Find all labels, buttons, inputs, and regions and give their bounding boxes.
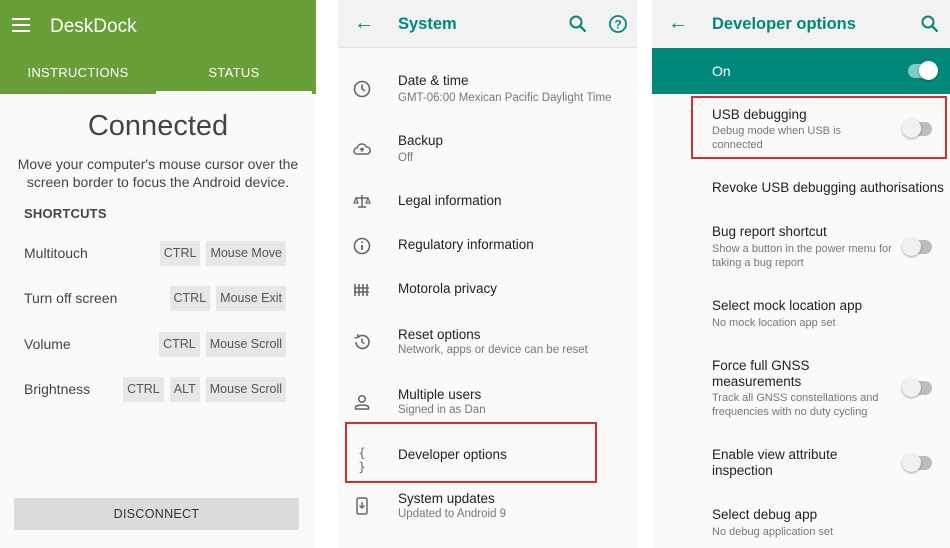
arrow-left-icon[interactable]: ← [354, 12, 374, 35]
master-toggle-label: On [712, 63, 731, 79]
clock-icon [353, 80, 371, 98]
settings-item-system-updates[interactable]: System updates Updated to Android 9 [338, 484, 637, 534]
shortcut-row-volume: Volume CTRL Mouse Scroll [24, 332, 286, 358]
setting-subtitle: Track all GNSS constellations and freque… [712, 392, 879, 418]
shortcut-row-brightness: Brightness CTRL ALT Mouse Scroll [24, 377, 286, 403]
key-chip: CTRL [159, 241, 201, 266]
settings-item-motorola-privacy[interactable]: Motorola privacy [338, 270, 637, 310]
shortcuts-section-title: SHORTCUTS [24, 206, 107, 221]
setting-title: Enable view attribute inspection [712, 447, 838, 478]
settings-item-title: Multiple users [398, 387, 482, 402]
search-icon[interactable] [568, 14, 588, 34]
settings-item-title: Backup [398, 133, 444, 148]
shortcut-keys: CTRL ALT Mouse Scroll [123, 377, 286, 402]
highlight-box [691, 96, 947, 159]
shortcut-keys: CTRL Mouse Scroll [159, 332, 286, 357]
setting-bug-report-shortcut[interactable]: Bug report shortcut Show a button in the… [652, 218, 950, 274]
setting-title: Select mock location app [712, 298, 863, 313]
settings-item-reset-options[interactable]: Reset options Network, apps or device ca… [338, 316, 637, 366]
svg-text:?: ? [614, 18, 621, 32]
connection-status-heading: Connected [87, 110, 229, 142]
person-icon [354, 394, 370, 410]
deskdock-screen: DeskDock INSTRUCTIONS STATUS Connected M… [0, 0, 316, 548]
setting-title: Bug report shortcut [712, 224, 827, 239]
settings-item-title: Reset options [398, 327, 481, 342]
setting-select-mock-location-app[interactable]: Select mock location app No mock locatio… [652, 292, 950, 334]
setting-subtitle: No debug application set [712, 526, 834, 538]
settings-item-subtitle: Updated to Android 9 [398, 508, 507, 520]
connection-description: Move your computer's mouse cursor over t… [17, 156, 299, 190]
history-icon [354, 333, 370, 350]
system-settings-screen: ← System ? Date & time GMT-06:00 Mexican… [338, 0, 637, 548]
cloud-upload-icon [353, 143, 371, 155]
key-chip: Mouse Move [206, 241, 286, 266]
settings-item-title: Date & time [398, 73, 469, 88]
view-attribute-switch[interactable] [902, 453, 932, 472]
shortcut-label: Turn off screen [24, 290, 118, 306]
tab-status[interactable]: STATUS [156, 54, 312, 94]
settings-item-subtitle: Network, apps or device can be reset [398, 344, 588, 356]
disconnect-button[interactable]: DISCONNECT [14, 498, 299, 530]
settings-item-legal-information[interactable]: Legal information [338, 182, 637, 222]
settings-item-backup[interactable]: Backup Off [338, 122, 637, 172]
shortcut-label: Multitouch [24, 245, 88, 261]
settings-item-title: System updates [398, 491, 495, 506]
shortcut-row-multitouch: Multitouch CTRL Mouse Move [24, 241, 286, 267]
key-chip: CTRL [123, 377, 164, 402]
key-chip: CTRL [159, 332, 200, 357]
setting-select-debug-app[interactable]: Select debug app No debug application se… [652, 500, 950, 540]
key-chip: ALT [169, 377, 200, 402]
setting-subtitle: No mock location app set [712, 317, 836, 329]
setting-subtitle: Show a button in the power menu for taki… [712, 243, 892, 269]
key-chip: Mouse Scroll [205, 332, 286, 357]
shortcut-keys: CTRL Mouse Exit [169, 286, 286, 311]
shortcut-label: Volume [24, 336, 71, 352]
info-icon [353, 237, 371, 255]
setting-revoke-usb-debugging[interactable]: Revoke USB debugging authorisations [652, 172, 950, 204]
developer-app-bar: ← Developer options [652, 0, 950, 48]
system-update-icon [356, 497, 368, 515]
privacy-icon [354, 284, 369, 296]
system-app-bar: ← System ? [338, 0, 637, 48]
highlight-box [345, 422, 597, 483]
setting-force-full-gnss[interactable]: Force full GNSS measurements Track all G… [652, 352, 950, 422]
settings-item-date-time[interactable]: Date & time GMT-06:00 Mexican Pacific Da… [338, 62, 637, 112]
key-chip: Mouse Scroll [205, 377, 286, 402]
bug-report-switch[interactable] [902, 237, 932, 256]
setting-title: Force full GNSS measurements [712, 358, 810, 389]
hamburger-menu-icon[interactable] [12, 18, 30, 32]
key-chip: CTRL [169, 286, 211, 311]
search-icon[interactable] [920, 14, 940, 34]
arrow-left-icon[interactable]: ← [668, 12, 688, 35]
shortcut-row-turn-off-screen: Turn off screen CTRL Mouse Exit [24, 286, 286, 312]
page-title: Developer options [712, 15, 856, 33]
master-switch[interactable] [908, 61, 938, 80]
setting-title: Select debug app [712, 507, 818, 522]
key-chip: Mouse Exit [216, 286, 286, 311]
tab-instructions[interactable]: INSTRUCTIONS [0, 54, 156, 94]
deskdock-app-bar: DeskDock INSTRUCTIONS STATUS [0, 0, 316, 94]
gnss-switch[interactable] [902, 378, 932, 397]
setting-enable-view-attribute-inspection[interactable]: Enable view attribute inspection [652, 442, 950, 482]
settings-item-multiple-users[interactable]: Multiple users Signed in as Dan [338, 376, 637, 426]
shortcut-label: Brightness [24, 381, 91, 397]
page-title: System [398, 15, 457, 33]
settings-item-title: Regulatory information [398, 237, 534, 252]
scales-icon [353, 195, 371, 208]
settings-item-title: Legal information [398, 193, 502, 208]
settings-item-subtitle: GMT-06:00 Mexican Pacific Daylight Time [398, 92, 612, 104]
settings-item-subtitle: Signed in as Dan [398, 404, 486, 416]
app-title: DeskDock [50, 16, 137, 37]
developer-options-master-toggle[interactable]: On [652, 48, 950, 94]
settings-item-subtitle: Off [398, 152, 414, 164]
setting-title: Revoke USB debugging authorisations [712, 180, 944, 195]
help-circle-icon[interactable]: ? [608, 14, 628, 34]
settings-item-title: Motorola privacy [398, 281, 498, 296]
settings-item-regulatory-information[interactable]: Regulatory information [338, 226, 637, 266]
shortcut-keys: CTRL Mouse Move [159, 241, 286, 266]
developer-options-screen: ← Developer options On USB debugging Deb… [652, 0, 950, 548]
